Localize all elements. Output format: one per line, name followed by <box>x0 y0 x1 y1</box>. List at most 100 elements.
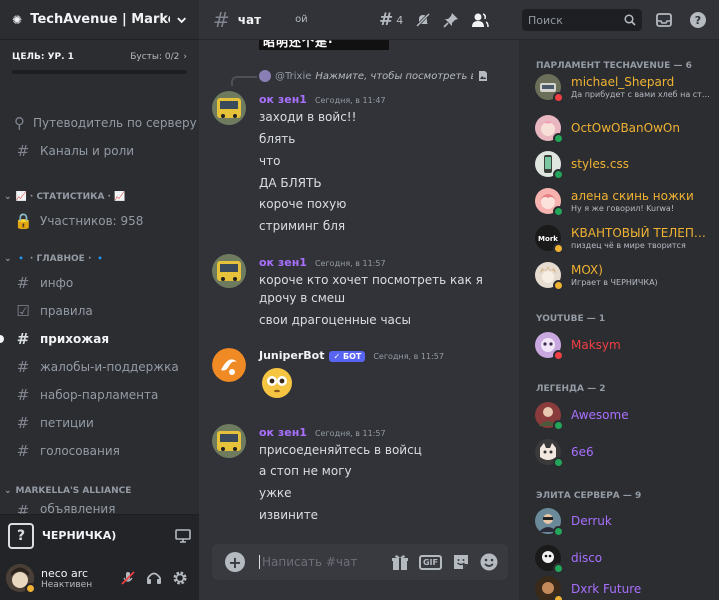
category-main[interactable]: ⌄ 🔹 · ГЛАВНОЕ · 🔹 <box>4 254 106 264</box>
pinned-messages-button[interactable] <box>443 0 459 40</box>
sticker-button[interactable] <box>452 553 470 571</box>
sidebar-item-channels-roles[interactable]: # Каналы и роли <box>8 138 191 164</box>
sidebar-item-info[interactable]: # инфо <box>8 270 191 296</box>
image-attachment[interactable]: 昭明还个是· <box>259 40 389 50</box>
sidebar-item-rules[interactable]: ☑ правила <box>8 298 191 324</box>
status-online-indicator <box>553 526 564 537</box>
member-item[interactable]: styles.css <box>527 147 717 181</box>
member-item[interactable]: 6e6 <box>527 435 717 469</box>
message-text: блять <box>259 132 296 146</box>
member-item[interactable]: Awesome <box>527 398 717 432</box>
hash-icon: # <box>16 502 30 514</box>
reply-author: @Trixie <box>275 70 312 82</box>
upload-plus-icon[interactable]: + <box>225 552 245 572</box>
member-item[interactable]: Mork КВАНТОВЫЙ ТЕЛЕПОРТ пиздец чё в мире… <box>527 221 717 255</box>
threads-count: 4 <box>396 13 404 27</box>
bot-badge-label: БОТ <box>342 352 362 361</box>
status-online-indicator <box>553 206 564 217</box>
server-header[interactable]: ✺ TechAvenue | Markelle's <box>0 0 199 40</box>
member-name: Awesome <box>571 408 629 422</box>
help-button[interactable]: ? <box>689 0 707 40</box>
message-text: дрочу в смеш <box>259 291 346 305</box>
message-text: короче кто хочет посмотреть как я <box>259 273 483 287</box>
status-online-indicator <box>553 133 564 144</box>
notification-settings-button[interactable] <box>415 0 431 40</box>
voice-activity-panel[interactable]: ? ЧЕРНИЧКА) <box>0 514 199 556</box>
gif-icon: GIF <box>418 554 442 570</box>
avatar[interactable] <box>212 348 246 382</box>
member-custom-status: Ну я же говорил! Kurwa! <box>571 204 675 213</box>
gif-button[interactable]: GIF <box>418 554 442 570</box>
hash-icon: # <box>16 358 30 376</box>
sidebar-item-parliament-recruit[interactable]: # набор-парламента <box>8 382 191 408</box>
avatar[interactable] <box>212 91 246 125</box>
category-alliance[interactable]: ⌄ MARKELLA'S ALLIANCE <box>4 486 131 496</box>
avatar <box>535 151 564 180</box>
channel-topic[interactable]: ой <box>295 14 308 25</box>
member-item[interactable]: OctOwOBanOwOn <box>527 111 717 145</box>
status-idle-indicator <box>553 243 564 254</box>
sidebar-item-server-guide[interactable]: ⚲ Путеводитель по серверу <box>8 110 197 136</box>
sidebar-item-complaints[interactable]: # жалобы-и-поддержка <box>8 354 191 380</box>
member-list-button[interactable] <box>471 0 489 40</box>
member-item[interactable]: Maksym <box>527 328 717 362</box>
message-text: а стоп не могу <box>259 464 352 478</box>
category-label: 🔹 · ГЛАВНОЕ · 🔹 <box>15 254 106 264</box>
message-timestamp: Сегодня, в 11:47 <box>314 96 386 105</box>
sidebar-item-label: Каналы и роли <box>40 144 135 158</box>
sidebar-item-label: прихожая <box>40 332 110 346</box>
avatar[interactable] <box>212 424 246 458</box>
boost-goal[interactable]: ЦЕЛЬ: УР. 1 Бусты: 0/2 › <box>0 40 199 90</box>
gift-button[interactable] <box>391 553 409 571</box>
screen-share-icon[interactable] <box>175 528 191 543</box>
member-name: disco <box>571 551 603 565</box>
sidebar-item-lobby[interactable]: # прихожая <box>8 326 191 352</box>
avatar <box>535 576 564 600</box>
emoji-button[interactable] <box>480 553 498 571</box>
inbox-icon <box>656 13 672 27</box>
sidebar-item-petitions[interactable]: # петиции <box>8 410 191 436</box>
message-author[interactable]: ок зен1 <box>259 426 307 439</box>
message-author[interactable]: ок зен1 <box>259 256 307 269</box>
user-settings-button[interactable] <box>167 565 193 591</box>
category-stats[interactable]: ⌄ 📈 · СТАТИСТИКА · 📈 <box>4 192 125 202</box>
avatar[interactable] <box>212 254 246 288</box>
goal-level: ЦЕЛЬ: УР. 1 <box>12 52 74 62</box>
threads-button[interactable]: # 4 <box>379 0 403 40</box>
member-item[interactable]: Derruk <box>527 504 717 538</box>
inbox-button[interactable] <box>655 0 673 40</box>
member-item[interactable]: michael_Shepard Да прибудет с вами хлеб … <box>527 70 717 104</box>
message-author[interactable]: JuniperBot <box>259 349 324 362</box>
juniperbot-avatar-image <box>212 348 246 382</box>
member-name: michael_Shepard <box>571 75 675 89</box>
member-item[interactable]: MOX) Играет в ЧЕРНИЧКА) <box>527 258 717 292</box>
sidebar-item-label: правила <box>40 304 93 318</box>
sidebar-item-label: инфо <box>40 276 74 290</box>
boost-count: Бусты: 0/2 <box>130 52 180 62</box>
sidebar-item-announcements[interactable]: # объявления <box>8 502 191 514</box>
status-idle-indicator <box>553 594 564 600</box>
svg-text:Mork: Mork <box>538 235 558 243</box>
member-item[interactable]: disco <box>527 541 717 575</box>
stat-members-channel[interactable]: 🔒 Участников: 958 <box>8 208 191 234</box>
attachment-image-icon <box>479 71 488 81</box>
sidebar-item-votes[interactable]: # голосования <box>8 438 191 464</box>
mute-button[interactable] <box>115 565 141 591</box>
member-custom-status: Да прибудет с вами хлеб на столе <box>571 90 711 99</box>
deafen-button[interactable] <box>141 565 167 591</box>
avatar <box>535 188 564 217</box>
message-input[interactable]: Написать #чат <box>259 555 391 569</box>
user-info[interactable]: neco arc Неактивен <box>41 567 115 590</box>
status-online-indicator <box>553 420 564 431</box>
member-name: styles.css <box>571 157 629 171</box>
avatar <box>535 115 564 144</box>
avatar[interactable] <box>6 564 36 594</box>
reply-reference[interactable]: @Trixie Нажмите, чтобы посмотреть вложен… <box>259 70 489 82</box>
search-input[interactable]: Поиск <box>522 9 642 31</box>
message-timestamp: Сегодня, в 11:57 <box>314 429 386 438</box>
search-placeholder: Поиск <box>528 13 563 27</box>
message-author[interactable]: ок зен1 <box>259 93 307 106</box>
member-item[interactable]: Dxrk Future <box>527 572 717 600</box>
avatar: Mork <box>535 225 564 254</box>
member-item[interactable]: алена скинь ножки Ну я же говорил! Kurwa… <box>527 184 717 218</box>
